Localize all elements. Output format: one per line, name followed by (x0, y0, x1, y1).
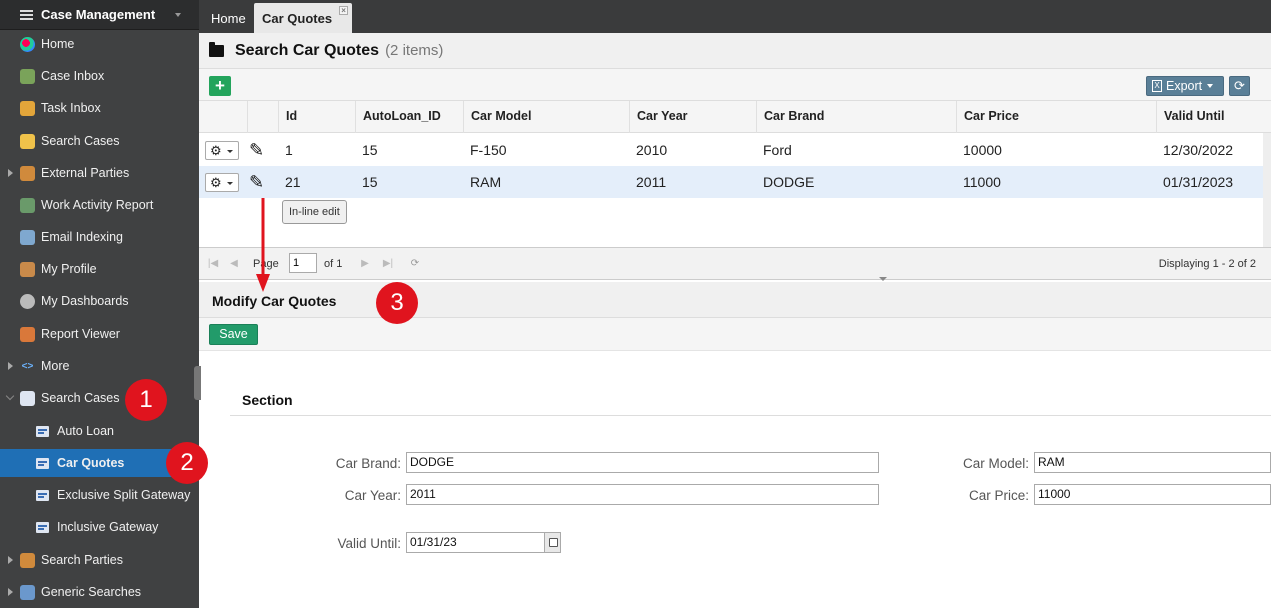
annotation-badge-1: 1 (125, 379, 167, 421)
annotation-arrow (256, 198, 270, 292)
annotation-badge-2: 2 (166, 442, 208, 484)
annotation-badge-3: 3 (376, 282, 418, 324)
